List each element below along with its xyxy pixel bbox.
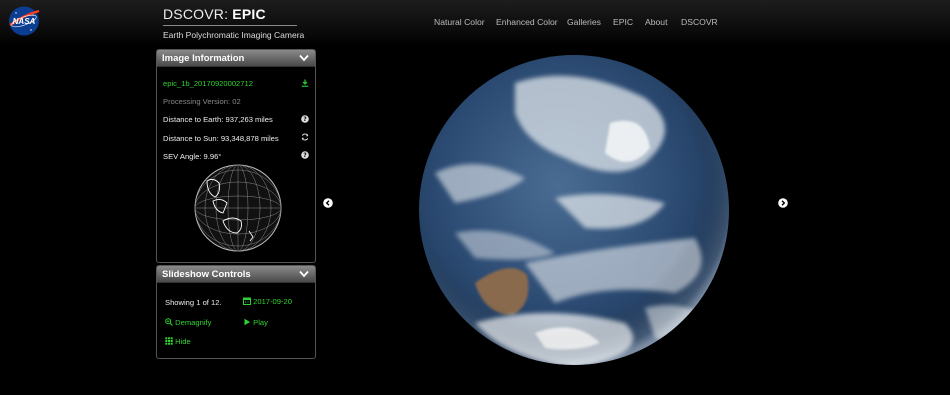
play-icon <box>244 318 250 326</box>
nav-about[interactable]: About <box>645 17 667 27</box>
earth-image <box>419 55 729 365</box>
refresh-icon[interactable] <box>301 133 309 141</box>
hide-button[interactable]: Hide <box>165 337 191 346</box>
hide-label: Hide <box>175 337 191 346</box>
question-icon[interactable]: ? <box>301 115 309 123</box>
image-information-title: Image Information <box>162 53 245 64</box>
download-icon[interactable] <box>301 79 309 87</box>
slideshow-controls-panel: Slideshow Controls Showing 1 of 12. 2017… <box>156 265 316 359</box>
image-information-header[interactable]: Image Information <box>157 50 315 67</box>
nav-dscovr[interactable]: DSCOVR <box>681 17 718 27</box>
top-header: NASA DSCOVR: EPIC Earth Polychromatic Im… <box>0 0 950 46</box>
svg-text:?: ? <box>303 116 307 123</box>
slideshow-controls-header[interactable]: Slideshow Controls <box>157 266 315 283</box>
chevron-down-icon[interactable] <box>299 54 309 62</box>
distance-to-sun: Distance to Sun: 93,348,878 miles <box>163 134 279 143</box>
slideshow-date: 2017-09-20 <box>253 297 292 306</box>
question-icon[interactable]: ? <box>301 151 309 159</box>
nav-natural-color[interactable]: Natural Color <box>434 17 485 27</box>
sev-angle: SEV Angle: 9.96° <box>163 152 222 161</box>
calendar-icon <box>243 297 251 305</box>
play-label: Play <box>253 318 268 327</box>
chevron-down-icon[interactable] <box>299 270 309 278</box>
play-button[interactable]: Play <box>243 318 268 327</box>
distance-to-earth: Distance to Earth: 937,263 miles <box>163 115 273 124</box>
slideshow-controls-title: Slideshow Controls <box>162 269 251 280</box>
nav-galleries[interactable]: Galleries <box>567 17 601 27</box>
arrow-right-icon[interactable] <box>778 198 788 208</box>
globe-wireframe-icon <box>194 164 282 252</box>
svg-text:?: ? <box>303 152 307 159</box>
date-picker[interactable]: 2017-09-20 <box>243 297 292 306</box>
image-filename: epic_1b_20170920002712 <box>163 79 253 88</box>
arrow-left-icon[interactable] <box>323 198 333 208</box>
demagnify-button[interactable]: Demagnify <box>165 318 211 327</box>
brand-subtitle: Earth Polychromatic Imaging Camera <box>163 30 305 40</box>
zoom-out-icon <box>165 318 173 326</box>
image-information-panel: Image Information epic_1b_20170920002712… <box>156 49 316 263</box>
slideshow-count: Showing 1 of 12. <box>165 298 222 307</box>
demagnify-label: Demagnify <box>175 318 212 327</box>
nav-epic[interactable]: EPIC <box>613 17 633 27</box>
processing-version: Processing Version: 02 <box>163 97 241 106</box>
nav-enhanced-color[interactable]: Enhanced Color <box>496 17 558 27</box>
main-nav: Natural Color Enhanced Color Galleries E… <box>0 17 950 29</box>
grid-icon <box>165 337 173 345</box>
